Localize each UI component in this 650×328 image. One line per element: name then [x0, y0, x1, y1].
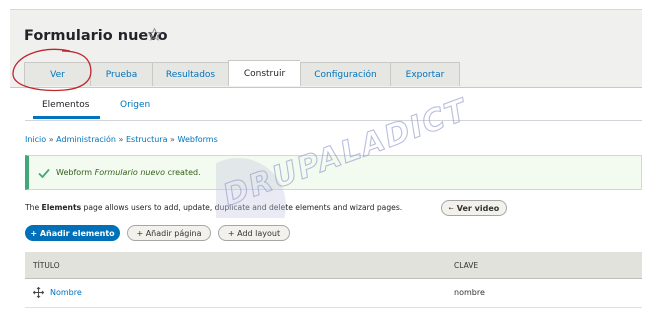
- element-key: nombre: [454, 288, 485, 297]
- table-row: Nombre nombre: [25, 279, 642, 308]
- watch-video-label: Ver video: [456, 203, 500, 213]
- check-icon: [38, 168, 50, 178]
- breadcrumb-separator: »: [170, 135, 175, 144]
- description-text: page allows users to add, update, duplic…: [83, 203, 403, 212]
- breadcrumb-administracion[interactable]: Administración: [56, 135, 116, 144]
- description-text: The: [25, 203, 40, 212]
- breadcrumb-webforms[interactable]: Webforms: [178, 135, 218, 144]
- subtab-elementos[interactable]: Elementos: [42, 100, 89, 110]
- page-description: The Elements page allows users to add, u…: [25, 203, 402, 212]
- table-row-partial: [25, 319, 642, 328]
- star-outline-icon[interactable]: [147, 27, 162, 42]
- tab-configuracion[interactable]: Configuración: [300, 62, 390, 86]
- tab-exportar[interactable]: Exportar: [390, 62, 460, 86]
- message-webform-name: Formulario nuevo: [94, 168, 166, 177]
- add-element-button[interactable]: + Añadir elemento: [25, 225, 120, 241]
- annotation-circle: [12, 48, 92, 92]
- status-message-text: Webform Formulario nuevo created.: [56, 168, 201, 177]
- status-message: Webform Formulario nuevo created.: [25, 155, 642, 190]
- secondary-tabs: Elementos Origen: [25, 96, 642, 121]
- breadcrumb-inicio[interactable]: Inicio: [25, 135, 46, 144]
- description-bold: Elements: [41, 203, 82, 212]
- tab-construir[interactable]: Construir: [228, 60, 300, 86]
- element-title-link[interactable]: Nombre: [50, 288, 82, 297]
- tab-prueba[interactable]: Prueba: [90, 62, 152, 86]
- message-prefix: Webform: [56, 168, 93, 177]
- watch-video-button[interactable]: ← Ver video: [441, 200, 507, 216]
- arrow-left-icon: ←: [448, 204, 454, 212]
- table-header: TÍTULO CLAVE: [25, 252, 642, 279]
- subtab-origen[interactable]: Origen: [120, 100, 150, 110]
- column-header-key: CLAVE: [454, 261, 479, 270]
- active-subtab-indicator: [33, 116, 100, 119]
- breadcrumb: Inicio » Administración » Estructura » W…: [25, 135, 218, 144]
- breadcrumb-separator: »: [48, 135, 54, 144]
- breadcrumb-separator: »: [118, 135, 124, 144]
- page-header: Formulario nuevo Ver Prueba Resultados C…: [10, 9, 642, 88]
- drag-handle-icon[interactable]: [33, 287, 44, 298]
- message-suffix: created.: [167, 168, 201, 177]
- add-layout-button[interactable]: + Add layout: [218, 225, 290, 241]
- tab-resultados[interactable]: Resultados: [152, 62, 228, 86]
- column-header-title: TÍTULO: [33, 261, 60, 270]
- breadcrumb-estructura[interactable]: Estructura: [126, 135, 168, 144]
- add-page-button[interactable]: + Añadir página: [127, 225, 211, 241]
